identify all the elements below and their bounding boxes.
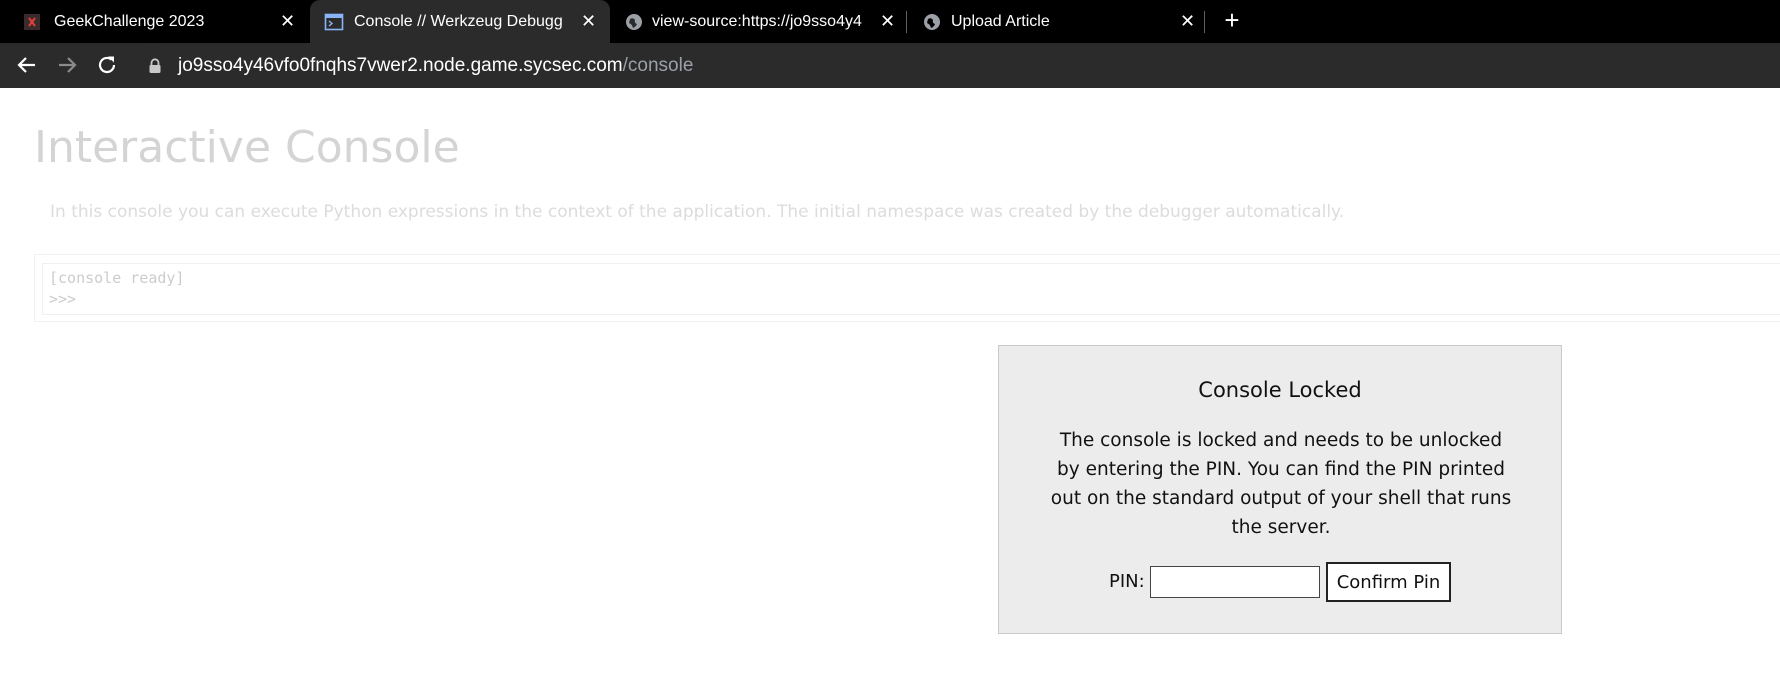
pin-prompt-dialog: Console Locked The console is locked and… [998, 345, 1562, 634]
tab-close-button[interactable]: ✕ [280, 0, 295, 43]
console-line: [console ready] [49, 269, 185, 287]
dialog-message: The console is locked and needs to be un… [1050, 430, 1512, 538]
globe-icon [924, 14, 940, 30]
tab-view-source[interactable]: view-source:https://jo9sso4y4 ✕ [612, 0, 902, 43]
new-tab-button[interactable]: + [1218, 0, 1246, 43]
intro-text: In this console you can execute Python e… [50, 202, 1345, 222]
tab-close-button[interactable]: ✕ [880, 0, 895, 43]
pin-form: PIN: Confirm Pin [999, 562, 1561, 602]
tab-title: Upload Article [951, 13, 1050, 30]
url-path: /console [622, 55, 694, 76]
url-text[interactable]: jo9sso4y46vfo0fnqhs7vwer2.node.game.sycs… [178, 47, 693, 84]
page-title: Interactive Console [34, 122, 460, 173]
tab-title: Console // Werkzeug Debugg [354, 13, 563, 30]
pin-input[interactable] [1150, 566, 1320, 598]
tab-separator [1204, 11, 1205, 33]
console-output: [console ready] >>> [42, 263, 1780, 315]
tab-close-button[interactable]: ✕ [581, 0, 596, 43]
forward-arrow-icon[interactable] [54, 52, 80, 78]
back-arrow-icon[interactable] [14, 52, 40, 78]
tab-upload-article[interactable]: Upload Article ✕ [908, 0, 1200, 43]
tab-strip: GeekChallenge 2023 ✕ Console // Werkzeug… [0, 0, 1780, 43]
tab-geekchallenge[interactable]: GeekChallenge 2023 ✕ [0, 0, 308, 43]
pin-label: PIN: [1109, 571, 1145, 592]
url-host: jo9sso4y46vfo0fnqhs7vwer2.node.game.sycs… [178, 55, 623, 76]
tab-title: GeekChallenge 2023 [54, 13, 205, 30]
console-favicon-icon [324, 13, 344, 31]
browser-toolbar: jo9sso4y46vfo0fnqhs7vwer2.node.game.sycs… [0, 43, 1780, 88]
dialog-title: Console Locked [1198, 378, 1362, 402]
confirm-pin-button[interactable]: Confirm Pin [1326, 562, 1451, 602]
address-bar[interactable]: jo9sso4y46vfo0fnqhs7vwer2.node.game.sycs… [136, 47, 1780, 84]
reload-icon[interactable] [94, 52, 120, 78]
tab-werkzeug-console[interactable]: Console // Werkzeug Debugg ✕ [310, 0, 610, 43]
console-panel: [console ready] >>> [34, 254, 1780, 322]
lock-icon[interactable] [148, 58, 162, 74]
tab-title: view-source:https://jo9sso4y4 [652, 13, 862, 30]
page-content: Interactive Console In this console you … [0, 88, 1780, 699]
tab-separator [906, 11, 907, 33]
geek-favicon-icon [24, 14, 40, 30]
console-prompt: >>> [49, 290, 77, 308]
tab-close-button[interactable]: ✕ [1180, 0, 1195, 43]
globe-icon [626, 14, 642, 30]
